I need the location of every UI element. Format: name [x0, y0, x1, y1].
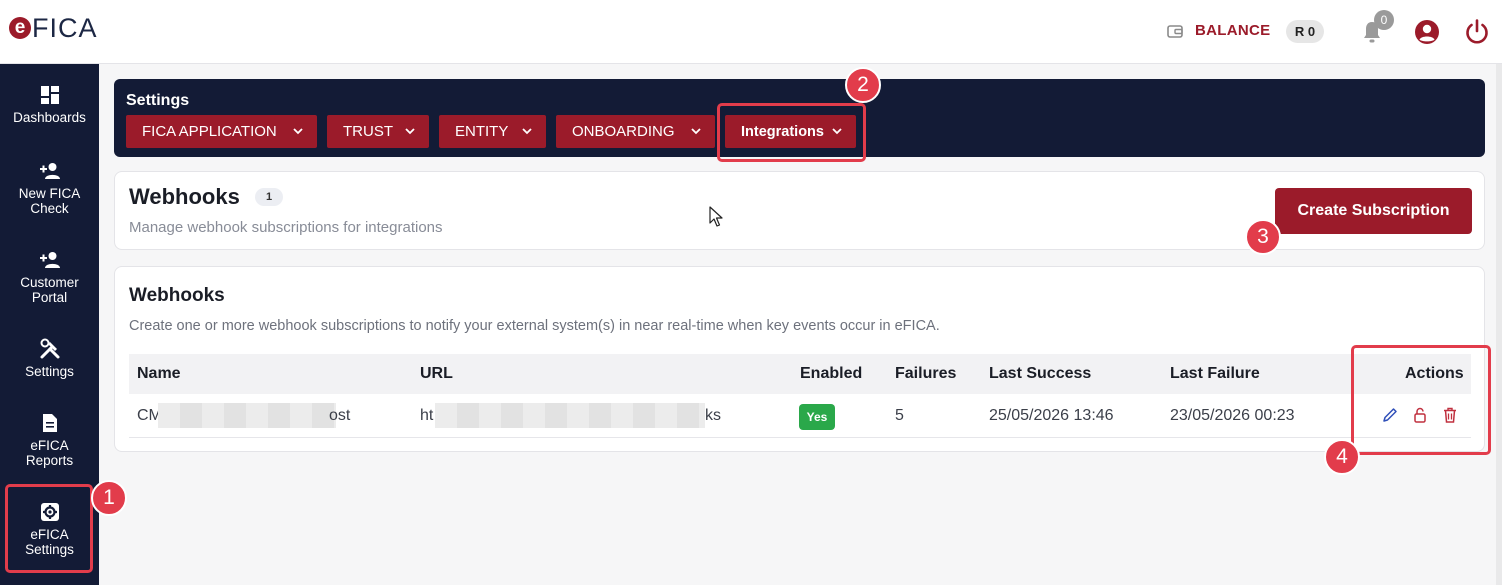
- page-subtitle: Manage webhook subscriptions for integra…: [129, 219, 443, 236]
- add-person-icon: [39, 252, 60, 268]
- table-header: Name URL Enabled Failures Last Success L…: [129, 354, 1471, 394]
- highlight-integrations-tab: [717, 103, 866, 162]
- sidebar-item-customer-portal[interactable]: Customer Portal: [0, 249, 99, 305]
- step-marker-4: 4: [1324, 439, 1360, 475]
- row-failures: 5: [895, 407, 904, 424]
- column-header-last-failure[interactable]: Last Failure: [1170, 365, 1260, 383]
- chevron-down-icon: [691, 128, 701, 135]
- table-row: CM ost ht ks Yes 5 25/05/2026 13:46 23/0…: [129, 394, 1471, 438]
- sidebar-item-label: Dashboards: [13, 110, 86, 125]
- column-header-failures[interactable]: Failures: [895, 365, 956, 383]
- row-name-suffix: ost: [329, 407, 351, 424]
- tab-label: ENTITY: [455, 123, 509, 140]
- report-icon: [42, 414, 57, 432]
- tools-icon: [40, 338, 59, 359]
- settings-title: Settings: [126, 92, 190, 109]
- dashboard-icon: [40, 86, 59, 104]
- step-marker-2: 2: [845, 67, 881, 103]
- chevron-down-icon: [405, 128, 415, 135]
- webhook-count-badge: 1: [255, 188, 283, 206]
- highlight-efica-settings: [5, 484, 93, 573]
- sidebar-item-label: Settings: [25, 364, 74, 379]
- tab-onboarding[interactable]: ONBOARDING: [556, 115, 715, 148]
- notification-count-badge: 0: [1374, 10, 1394, 30]
- row-last-failure: 23/05/2026 00:23: [1170, 407, 1295, 424]
- column-header-url[interactable]: URL: [420, 365, 453, 383]
- add-person-icon: [39, 163, 60, 179]
- redacted-url: [435, 403, 705, 428]
- efica-logo[interactable]: e FICA: [9, 12, 98, 44]
- sidebar-item-label: eFICA Reports: [25, 438, 74, 468]
- tab-label: ONBOARDING: [572, 123, 675, 140]
- highlight-actions-column: [1351, 345, 1491, 455]
- tab-fica-application[interactable]: FICA APPLICATION: [126, 115, 317, 148]
- row-last-success: 25/05/2026 13:46: [989, 407, 1114, 424]
- user-account-icon[interactable]: [1414, 19, 1440, 45]
- chevron-down-icon: [293, 128, 303, 135]
- sidebar-item-settings[interactable]: Settings: [0, 338, 99, 379]
- page-title: Webhooks: [129, 184, 240, 209]
- sidebar-item-label: New FICA Check: [18, 186, 81, 216]
- enabled-status-badge: Yes: [799, 404, 835, 430]
- balance-label: BALANCE: [1195, 22, 1271, 39]
- page-scrollbar[interactable]: [1496, 64, 1502, 585]
- sidebar-item-label: Customer Portal: [20, 275, 79, 305]
- tab-label: FICA APPLICATION: [142, 123, 277, 140]
- top-bar: e FICA BALANCE R 0 0: [0, 0, 1502, 64]
- chevron-down-icon: [522, 128, 532, 135]
- create-subscription-button[interactable]: Create Subscription: [1275, 188, 1472, 234]
- sidebar-item-efica-reports[interactable]: eFICA Reports: [0, 412, 99, 468]
- column-header-name[interactable]: Name: [137, 365, 181, 383]
- step-marker-1: 1: [91, 480, 127, 516]
- redacted-name: [158, 403, 336, 428]
- webhooks-description: Create one or more webhook subscriptions…: [129, 318, 940, 334]
- mouse-cursor-icon: [709, 206, 723, 227]
- tab-entity[interactable]: ENTITY: [439, 115, 546, 148]
- row-url-suffix: ks: [705, 407, 721, 424]
- column-header-last-success[interactable]: Last Success: [989, 365, 1091, 383]
- sidebar-item-new-fica-check[interactable]: New FICA Check: [0, 160, 99, 216]
- tab-trust[interactable]: TRUST: [327, 115, 429, 148]
- logo-text: FICA: [32, 12, 98, 43]
- column-header-enabled[interactable]: Enabled: [800, 365, 862, 383]
- logo-e-mark: e: [9, 17, 31, 39]
- tab-label: TRUST: [343, 123, 393, 140]
- wallet-icon: [1167, 25, 1183, 38]
- power-logout-icon[interactable]: [1464, 18, 1490, 45]
- step-marker-3: 3: [1245, 219, 1281, 255]
- webhooks-section-title: Webhooks: [129, 285, 225, 306]
- sidebar-item-dashboards[interactable]: Dashboards: [0, 84, 99, 125]
- row-url-prefix: ht: [420, 407, 434, 424]
- webhooks-table-card: Webhooks Create one or more webhook subs…: [114, 266, 1485, 452]
- balance-value: R 0: [1286, 20, 1324, 43]
